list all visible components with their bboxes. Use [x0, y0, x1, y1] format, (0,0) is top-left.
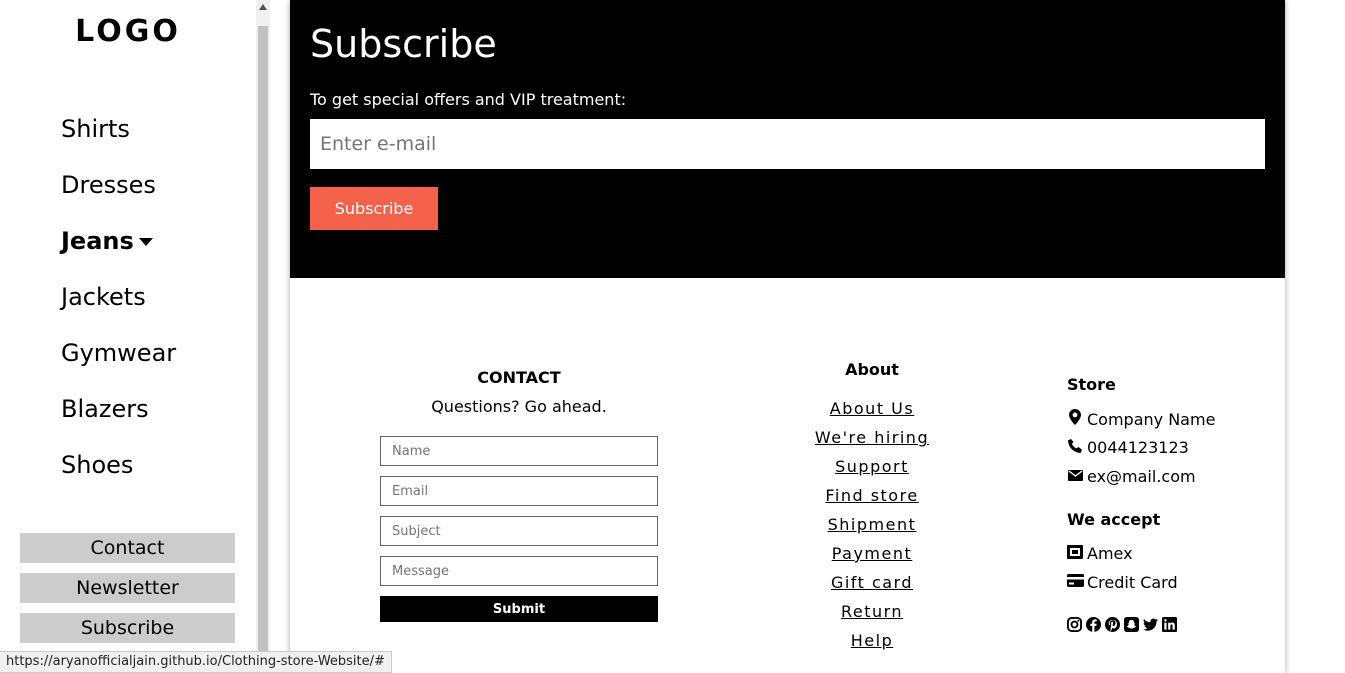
facebook-icon[interactable]: [1086, 617, 1101, 632]
subscribe-title: Subscribe: [310, 22, 497, 66]
subject-field[interactable]: [380, 516, 658, 546]
logo[interactable]: LOGO: [0, 14, 256, 49]
phone-icon: [1067, 438, 1083, 457]
store-phone: 0044123123: [1067, 438, 1189, 457]
scroll-up-arrow-icon[interactable]: [259, 4, 267, 10]
social-links: [1067, 617, 1177, 632]
caret-down-icon: [138, 238, 153, 246]
submit-button[interactable]: Submit: [380, 596, 658, 622]
subscribe-section: Subscribe To get special offers and VIP …: [290, 0, 1285, 278]
main-content: Subscribe To get special offers and VIP …: [290, 0, 1285, 673]
sidebar-item-jackets[interactable]: Jackets: [61, 283, 146, 311]
about-us-link[interactable]: About Us: [772, 399, 972, 418]
snapchat-icon[interactable]: [1124, 617, 1139, 632]
sidebar: LOGO Shirts Dresses Jeans Jackets Gymwea…: [0, 0, 256, 673]
sidebar-item-shirts[interactable]: Shirts: [61, 115, 130, 143]
scroll-thumb[interactable]: [258, 26, 268, 673]
name-field[interactable]: [380, 436, 658, 466]
sidebar-item-blazers[interactable]: Blazers: [61, 395, 149, 423]
hiring-link[interactable]: We're hiring: [772, 428, 972, 447]
support-link[interactable]: Support: [772, 457, 972, 476]
store-email: ex@mail.com: [1067, 467, 1196, 486]
sidebar-item-shoes[interactable]: Shoes: [61, 451, 133, 479]
store-title: Store: [1067, 375, 1116, 394]
shipment-link[interactable]: Shipment: [772, 515, 972, 534]
instagram-icon[interactable]: [1067, 617, 1082, 632]
help-link[interactable]: Help: [772, 631, 972, 650]
contact-subtitle: Questions? Go ahead.: [431, 397, 607, 416]
credit-card-icon: [1067, 574, 1084, 591]
accept-title: We accept: [1067, 510, 1161, 529]
payment-credit-card: Credit Card: [1067, 573, 1178, 592]
sidebar-item-label: Jeans: [61, 227, 134, 255]
sidebar-item-dresses[interactable]: Dresses: [61, 171, 156, 199]
status-bar-url: https://aryanofficialjain.github.io/Clot…: [0, 651, 392, 673]
gift-card-link[interactable]: Gift card: [772, 573, 972, 592]
twitter-icon[interactable]: [1143, 617, 1158, 632]
map-marker-icon: [1067, 409, 1083, 429]
contact-title: CONTACT: [477, 368, 561, 387]
newsletter-button[interactable]: Newsletter: [20, 573, 235, 603]
sidebar-item-gymwear[interactable]: Gymwear: [61, 339, 176, 367]
subscribe-text: To get special offers and VIP treatment:: [310, 90, 627, 109]
envelope-icon: [1067, 469, 1083, 485]
about-title: About: [845, 360, 899, 379]
store-company: Company Name: [1067, 409, 1215, 429]
email-address: ex@mail.com: [1087, 467, 1196, 486]
phone-number: 0044123123: [1087, 438, 1189, 457]
amex-label: Amex: [1087, 544, 1133, 563]
sidebar-scrollbar[interactable]: [256, 0, 270, 673]
subscribe-nav-button[interactable]: Subscribe: [20, 613, 235, 643]
contact-button[interactable]: Contact: [20, 533, 235, 563]
payment-link[interactable]: Payment: [772, 544, 972, 563]
email-field[interactable]: [380, 476, 658, 506]
amex-icon: [1067, 544, 1083, 563]
pinterest-icon[interactable]: [1105, 617, 1120, 632]
message-field[interactable]: [380, 556, 658, 586]
subscribe-button[interactable]: Subscribe: [310, 187, 438, 230]
sidebar-item-jeans[interactable]: Jeans: [61, 227, 153, 255]
return-link[interactable]: Return: [772, 602, 972, 621]
email-subscribe-input[interactable]: [310, 119, 1265, 169]
credit-card-label: Credit Card: [1087, 573, 1178, 592]
company-name: Company Name: [1087, 409, 1216, 429]
linkedin-icon[interactable]: [1162, 617, 1177, 632]
find-store-link[interactable]: Find store: [772, 486, 972, 505]
payment-amex: Amex: [1067, 544, 1133, 563]
